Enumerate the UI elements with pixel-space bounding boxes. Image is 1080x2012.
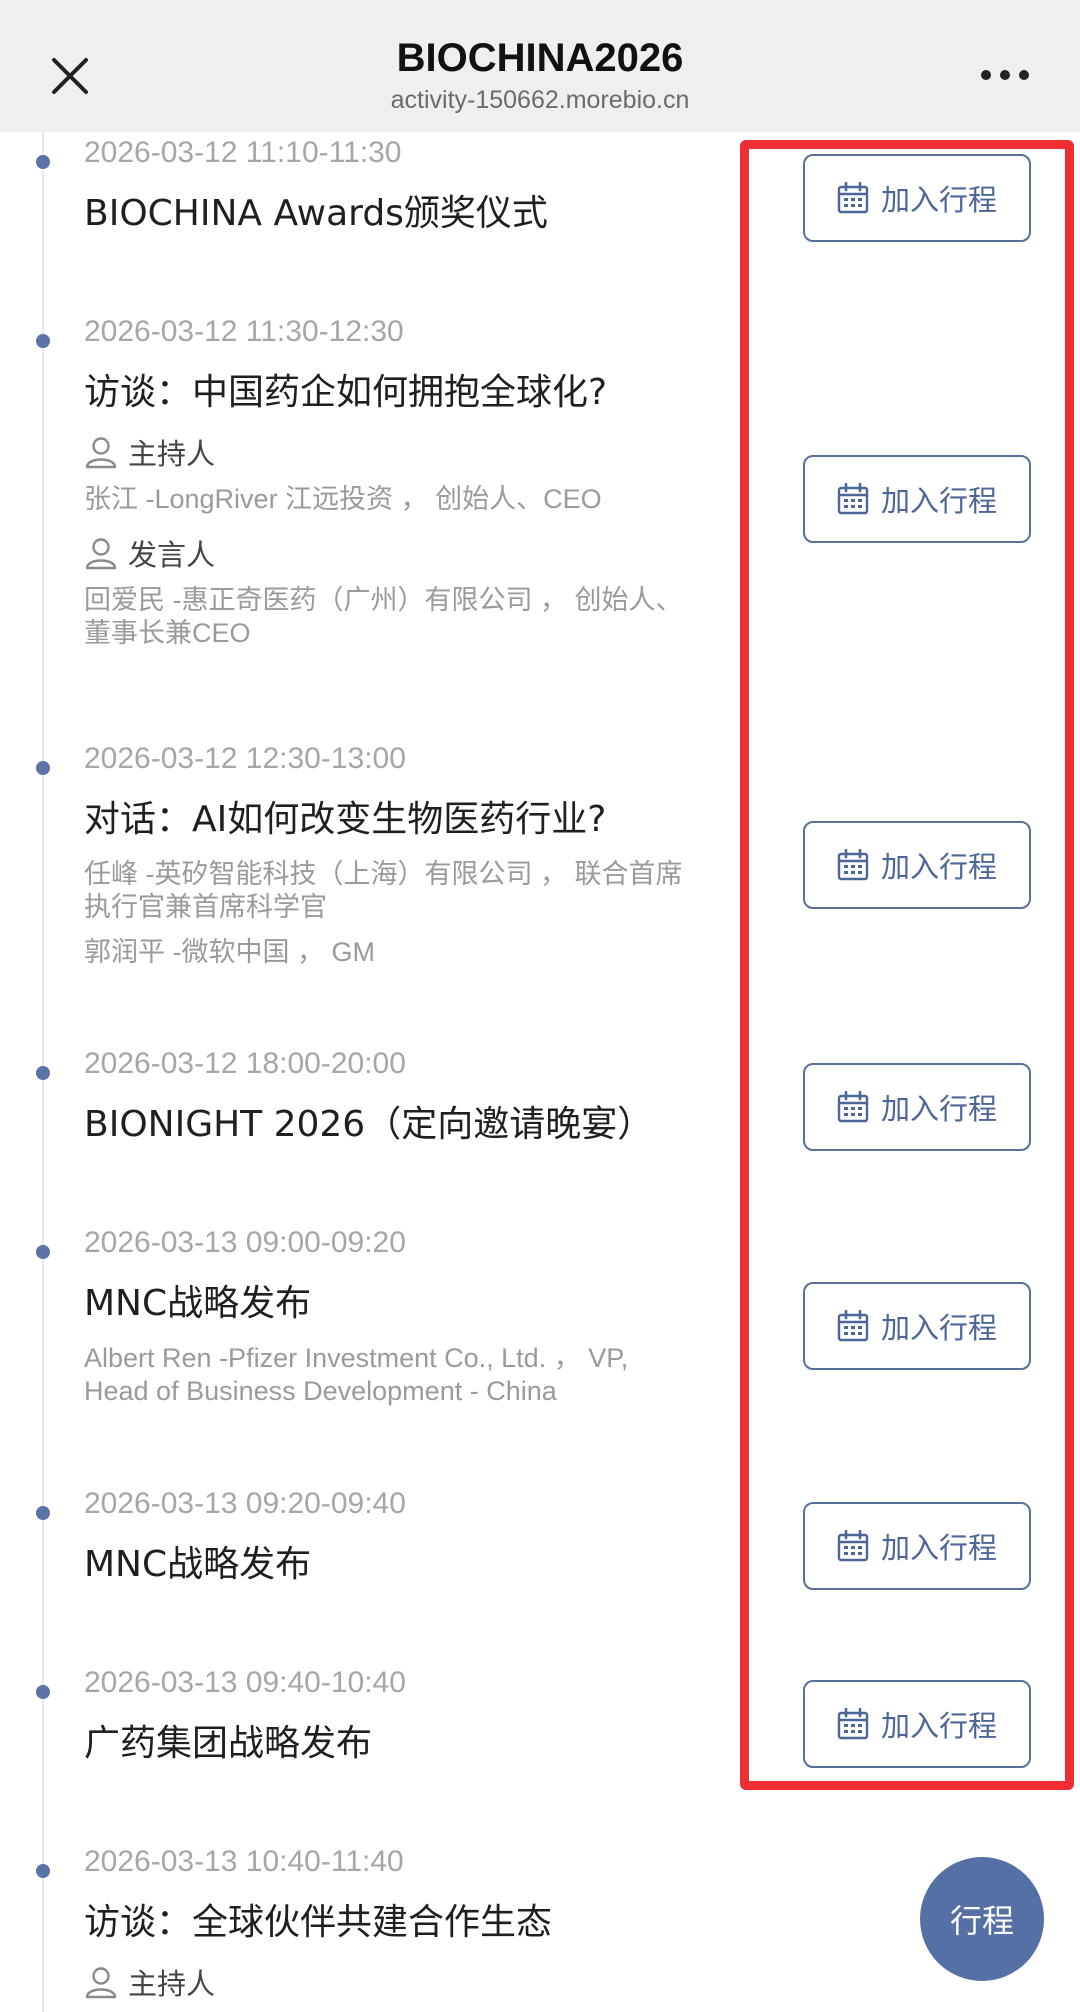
calendar-icon (837, 1091, 869, 1123)
timeline-dot (36, 1685, 50, 1699)
page-title: BIOCHINA2026 (396, 36, 684, 80)
session-title[interactable]: BIONIGHT 2026（定向邀请晚宴） (84, 1095, 734, 1147)
add-to-schedule-button[interactable]: 加入行程 (803, 154, 1031, 242)
top-bar: BIOCHINA2026 activity-150662.morebio.cn (0, 0, 1080, 132)
session-title[interactable]: 广药集团战略发布 (84, 1714, 734, 1766)
add-to-schedule-label: 加入行程 (880, 1092, 997, 1126)
timeline-dot (36, 1864, 50, 1878)
calendar-icon (837, 1530, 869, 1562)
timeline-dot (36, 1506, 50, 1520)
add-to-schedule-label: 加入行程 (880, 1709, 997, 1743)
page: BIOCHINA2026 activity-150662.morebio.cn … (0, 0, 1080, 2012)
speaker-role: 发言人 (84, 532, 734, 574)
person-icon (85, 437, 117, 469)
schedule-item: 2026-03-13 10:40-11:40 访谈：全球伙伴共建合作生态 主持人 (84, 1845, 734, 2003)
page-url: activity-150662.morebio.cn (390, 86, 690, 114)
add-to-schedule-label: 加入行程 (880, 850, 997, 884)
add-to-schedule-button[interactable]: 加入行程 (803, 1063, 1031, 1151)
host-name: 张江 -LongRiver 江远投资 ， 创始人、CEO (84, 484, 602, 514)
timeline-dot (36, 155, 50, 169)
session-time: 2026-03-13 09:00-09:20 (84, 1226, 406, 1259)
calendar-icon (837, 483, 869, 515)
add-to-schedule-label: 加入行程 (880, 484, 997, 518)
session-title[interactable]: 对话：AI如何改变生物医药行业? (84, 790, 734, 842)
add-to-schedule-button[interactable]: 加入行程 (803, 1680, 1031, 1768)
host-role: 主持人 (84, 1961, 734, 2003)
schedule-item: 2026-03-12 11:30-12:30 访谈：中国药企如何拥抱全球化? 主… (84, 315, 734, 650)
speaker-label: 发言人 (128, 538, 216, 572)
schedule-item: 2026-03-13 09:00-09:20 MNC战略发布 Albert Re… (84, 1226, 734, 1408)
speaker-name-cont: Head of Business Development - China (84, 1376, 557, 1406)
more-button[interactable] (970, 50, 1040, 100)
speaker-name: Albert Ren -Pfizer Investment Co., Ltd. … (84, 1343, 629, 1373)
calendar-icon (837, 182, 869, 214)
host-label: 主持人 (128, 437, 216, 471)
schedule-item: 2026-03-12 12:30-13:00 对话：AI如何改变生物医药行业? … (84, 742, 734, 969)
speaker-name-cont: 执行官兼首席科学官 (84, 892, 327, 922)
person-icon (85, 538, 117, 570)
speaker-name: 郭润平 -微软中国 ， GM (84, 937, 375, 967)
timeline-dot (36, 1245, 50, 1259)
person-icon (85, 1967, 117, 1999)
calendar-icon (837, 1310, 869, 1342)
session-time: 2026-03-13 10:40-11:40 (84, 1845, 404, 1878)
session-title[interactable]: 访谈：全球伙伴共建合作生态 (84, 1893, 734, 1945)
add-to-schedule-button[interactable]: 加入行程 (803, 1282, 1031, 1370)
speaker-name-cont: 董事长兼CEO (84, 618, 251, 648)
add-to-schedule-button[interactable]: 加入行程 (803, 821, 1031, 909)
calendar-icon (837, 1708, 869, 1740)
session-time: 2026-03-12 18:00-20:00 (84, 1047, 406, 1080)
session-time: 2026-03-13 09:40-10:40 (84, 1666, 406, 1699)
timeline-dot (36, 334, 50, 348)
schedule-fab-button[interactable]: 行程 (920, 1857, 1044, 1981)
session-title[interactable]: MNC战略发布 (84, 1535, 734, 1587)
timeline-dot (36, 1066, 50, 1080)
speaker-name: 任峰 -英矽智能科技（上海）有限公司 ， 联合首席 (84, 859, 683, 889)
session-time: 2026-03-12 12:30-13:00 (84, 742, 406, 775)
add-to-schedule-label: 加入行程 (880, 1531, 997, 1565)
session-time: 2026-03-13 09:20-09:40 (84, 1487, 406, 1520)
schedule-item: 2026-03-13 09:20-09:40 MNC战略发布 (84, 1487, 734, 1587)
host-role: 主持人 (84, 431, 734, 473)
schedule-item: 2026-03-12 18:00-20:00 BIONIGHT 2026（定向邀… (84, 1047, 734, 1147)
calendar-icon (837, 849, 869, 881)
session-title[interactable]: MNC战略发布 (84, 1274, 734, 1326)
schedule-item: 2026-03-13 09:40-10:40 广药集团战略发布 (84, 1666, 734, 1766)
more-icon (981, 70, 1029, 80)
add-to-schedule-label: 加入行程 (880, 1311, 997, 1345)
add-to-schedule-button[interactable]: 加入行程 (803, 1502, 1031, 1590)
session-title[interactable]: 访谈：中国药企如何拥抱全球化? (84, 363, 734, 415)
add-to-schedule-label: 加入行程 (880, 183, 997, 217)
schedule-fab-label: 行程 (949, 1902, 1014, 1940)
session-time: 2026-03-12 11:30-12:30 (84, 315, 404, 348)
add-to-schedule-button[interactable]: 加入行程 (803, 455, 1031, 543)
timeline-dot (36, 761, 50, 775)
session-title[interactable]: BIOCHINA Awards颁奖仪式 (84, 184, 734, 236)
host-label: 主持人 (128, 1967, 216, 2001)
speaker-name: 回爱民 -惠正奇医药（广州）有限公司 ， 创始人、 (84, 585, 683, 615)
schedule-item: 2026-03-12 11:10-11:30 BIOCHINA Awards颁奖… (84, 136, 734, 236)
session-time: 2026-03-12 11:10-11:30 (84, 136, 402, 169)
